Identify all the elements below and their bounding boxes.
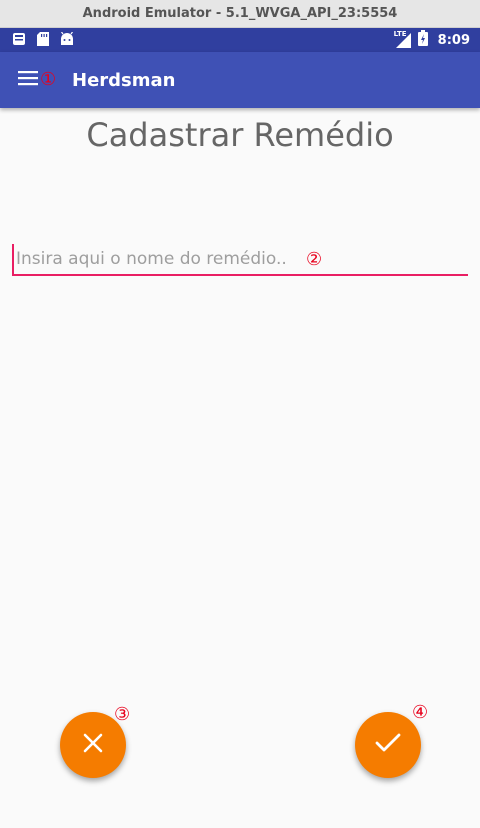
app-bar: Herdsman (0, 52, 480, 108)
check-icon (375, 733, 401, 757)
battery-icon (417, 30, 428, 50)
close-icon (82, 732, 104, 758)
status-left-icons (12, 31, 74, 50)
status-right-icons: LTE 8:09 (394, 30, 470, 50)
app-title: Herdsman (72, 69, 176, 91)
signal-icon: LTE (394, 30, 412, 48)
annotation-marker-2: ② (306, 249, 323, 270)
page-title: Cadastrar Remédio (86, 116, 394, 154)
annotation-marker-3: ③ (114, 704, 131, 725)
medicine-name-field (12, 244, 468, 276)
menu-icon (18, 70, 38, 90)
status-time: 8:09 (437, 32, 470, 48)
emulator-window-title: Android Emulator - 5.1_WVGA_API_23:5554 (0, 0, 480, 28)
notification-icon (12, 31, 26, 50)
android-icon (60, 31, 74, 50)
status-bar: LTE 8:09 (0, 28, 480, 52)
medicine-name-input[interactable] (12, 244, 468, 274)
annotation-marker-4: ④ (412, 702, 429, 723)
sd-card-icon (37, 31, 49, 50)
annotation-marker-1: ① (40, 69, 57, 90)
